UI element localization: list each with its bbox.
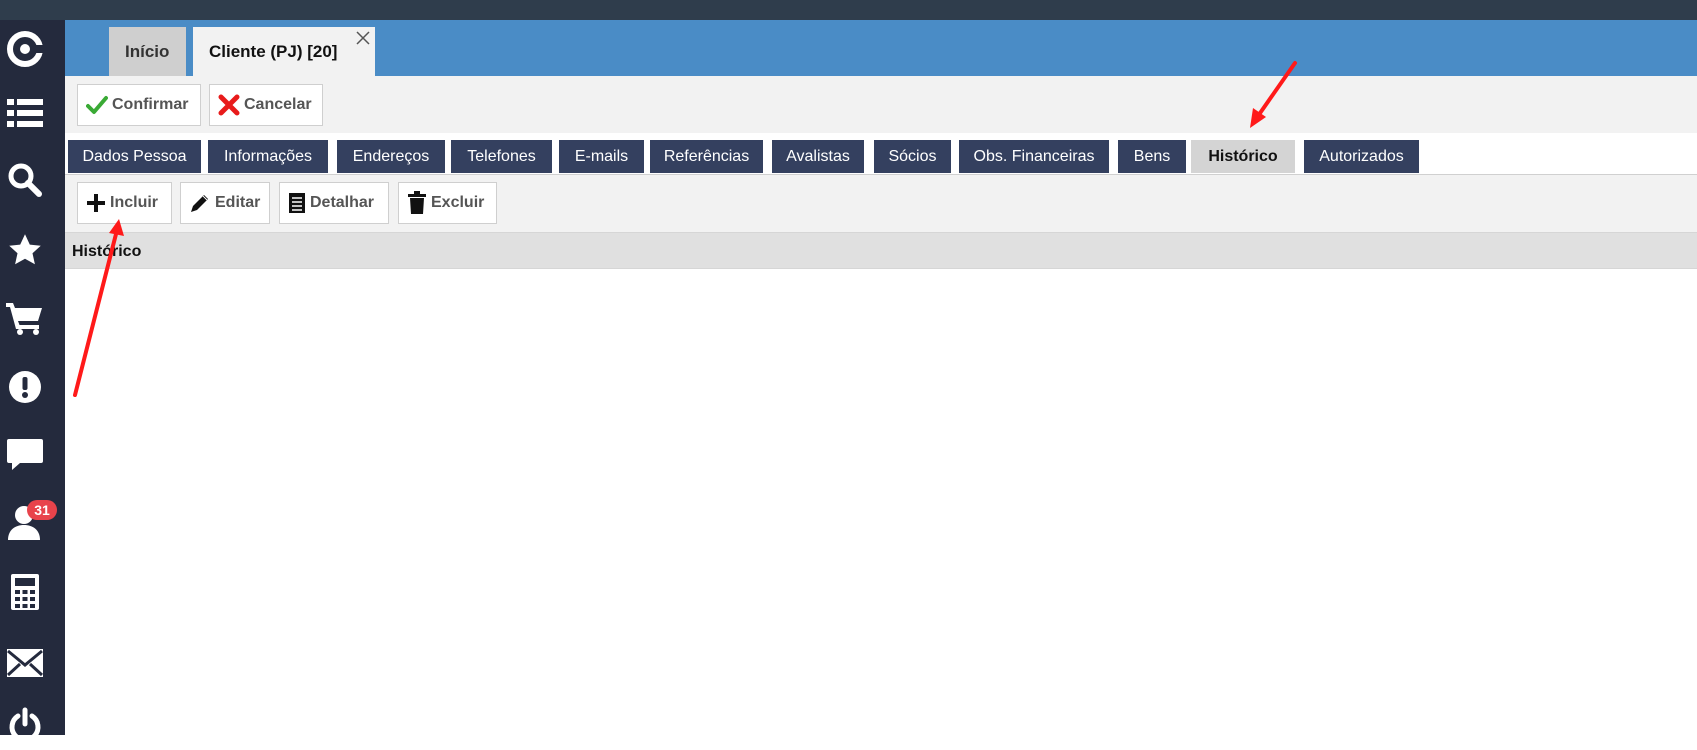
tab-emails[interactable]: E-mails	[559, 140, 644, 173]
history-toolbar: Incluir Editar Detalhar Excluir	[65, 175, 1697, 232]
detail-label: Detalhar	[310, 194, 375, 211]
tab-inicio[interactable]: Início	[109, 27, 186, 76]
tab-socios[interactable]: Sócios	[874, 140, 951, 173]
grid-body	[65, 269, 1697, 735]
window-top-bar	[0, 0, 1697, 20]
document-tab-strip: Início Cliente (PJ) [20]	[65, 20, 1697, 76]
user-icon[interactable]: 31	[0, 498, 57, 548]
confirm-label: Confirmar	[112, 96, 189, 113]
list-detail-icon	[289, 193, 305, 213]
logo-icon[interactable]	[0, 24, 50, 74]
grid-header: Histórico	[65, 232, 1697, 269]
list-icon[interactable]	[0, 88, 50, 138]
cancel-label: Cancelar	[244, 96, 312, 113]
edit-button[interactable]: Editar	[180, 182, 270, 224]
chat-icon[interactable]	[0, 430, 50, 480]
x-icon	[218, 94, 240, 116]
tab-bens[interactable]: Bens	[1118, 140, 1186, 173]
cart-icon[interactable]	[0, 293, 50, 343]
mail-icon[interactable]	[0, 638, 50, 688]
tab-enderecos[interactable]: Endereços	[337, 140, 445, 173]
tab-avalistas[interactable]: Avalistas	[772, 140, 864, 173]
tab-autorizados[interactable]: Autorizados	[1304, 140, 1419, 173]
power-icon[interactable]	[0, 700, 50, 750]
tab-cliente-pj[interactable]: Cliente (PJ) [20]	[193, 27, 375, 76]
confirm-button[interactable]: Confirmar	[77, 84, 201, 126]
close-icon[interactable]	[355, 30, 371, 46]
check-icon	[86, 96, 108, 114]
calculator-icon[interactable]	[0, 567, 50, 617]
action-bar: Confirmar Cancelar	[65, 76, 1697, 133]
tab-telefones[interactable]: Telefones	[451, 140, 552, 173]
edit-label: Editar	[215, 194, 261, 211]
delete-button[interactable]: Excluir	[398, 182, 497, 224]
pencil-icon	[191, 195, 208, 212]
alert-icon[interactable]	[0, 362, 50, 412]
sidebar: 31	[0, 20, 65, 743]
section-tab-bar: Dados Pessoa Informações Endereços Telef…	[65, 133, 1697, 175]
column-historico[interactable]: Histórico	[72, 243, 141, 261]
trash-icon	[408, 191, 426, 214]
tab-referencias[interactable]: Referências	[650, 140, 763, 173]
tab-label: Cliente (PJ) [20]	[209, 41, 338, 61]
cancel-button[interactable]: Cancelar	[209, 84, 323, 126]
plus-icon	[87, 194, 105, 212]
tab-label: Início	[125, 41, 170, 61]
search-icon[interactable]	[0, 155, 50, 205]
tab-informacoes[interactable]: Informações	[208, 140, 328, 173]
notification-badge: 31	[27, 500, 57, 520]
star-icon[interactable]	[0, 225, 50, 275]
tab-obs-financeiras[interactable]: Obs. Financeiras	[959, 140, 1109, 173]
detail-button[interactable]: Detalhar	[279, 182, 389, 224]
delete-label: Excluir	[431, 194, 485, 211]
tab-historico[interactable]: Histórico	[1191, 140, 1295, 173]
tab-dados-pessoa[interactable]: Dados Pessoa	[68, 140, 201, 173]
include-button[interactable]: Incluir	[77, 182, 172, 224]
include-label: Incluir	[110, 194, 159, 211]
